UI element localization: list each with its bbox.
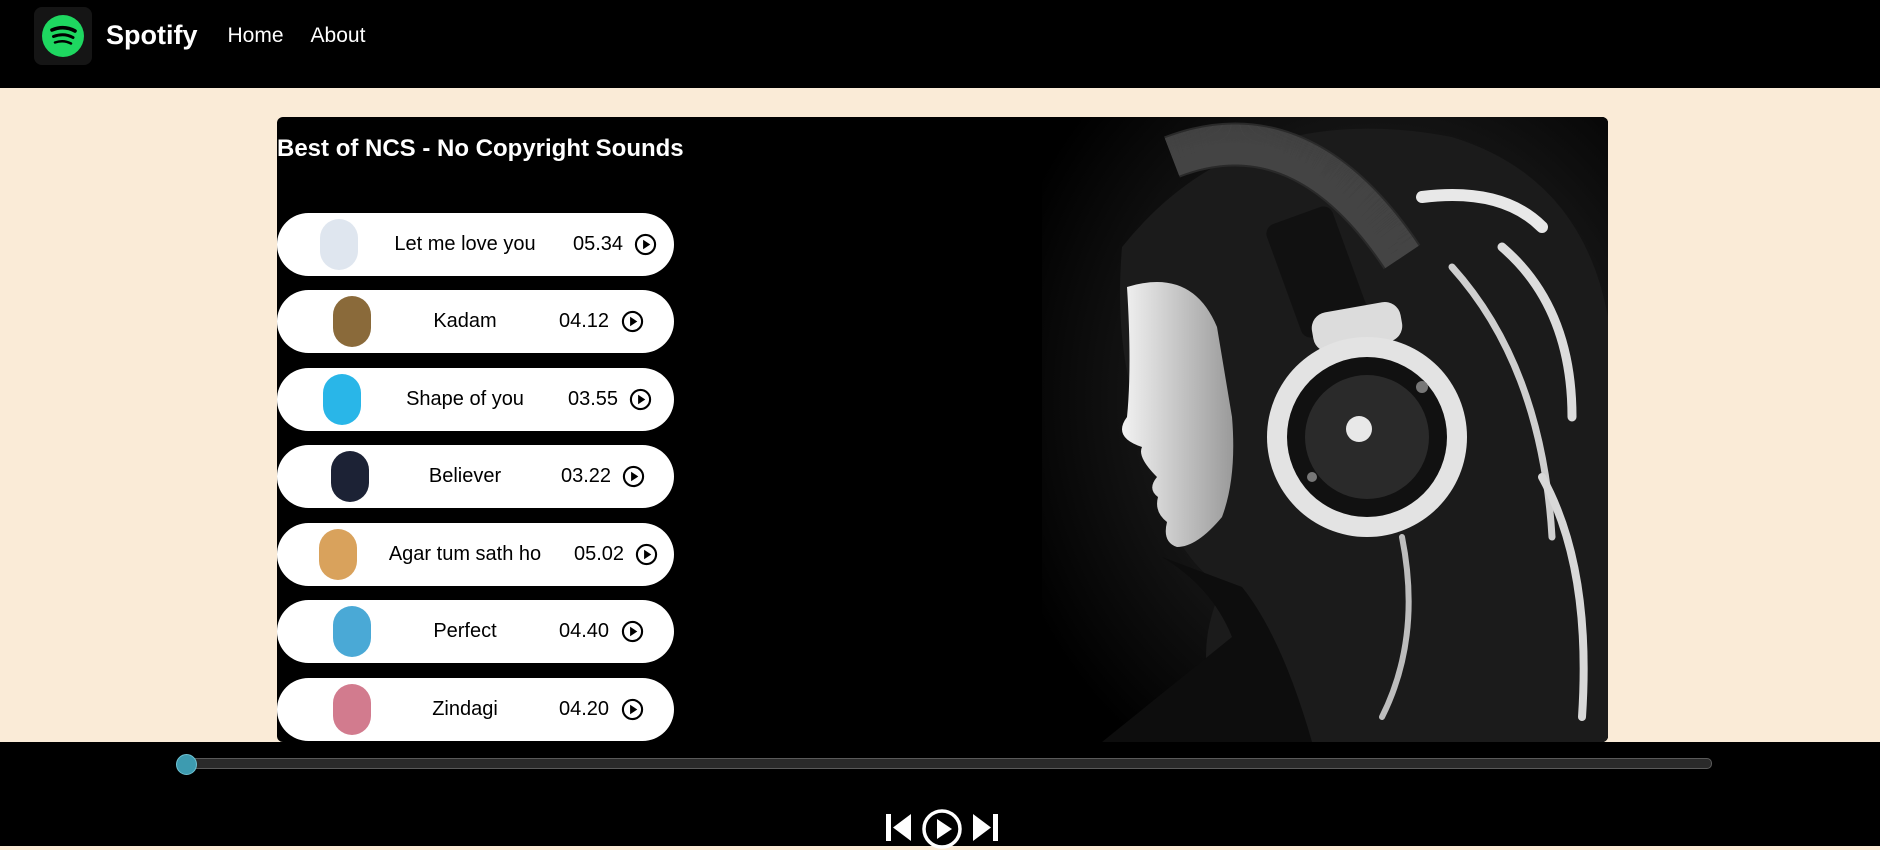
song-cover-image — [333, 296, 371, 347]
song-cover-image — [333, 684, 371, 735]
spotify-logo-icon — [42, 14, 84, 57]
song-duration: 03.55 — [568, 388, 619, 410]
nav-link-about[interactable]: About — [311, 24, 366, 48]
progress-bar[interactable] — [176, 754, 1712, 775]
song-cover-image — [333, 606, 371, 657]
brand-name[interactable]: Spotify — [106, 20, 198, 51]
previous-icon[interactable] — [884, 812, 914, 842]
player-bar — [0, 742, 1880, 849]
playlist-container: Best of NCS - No Copyright Sounds Let me… — [277, 117, 1608, 742]
song-duration: 04.20 — [559, 698, 610, 720]
nav-link-home[interactable]: Home — [228, 24, 284, 48]
navbar: Spotify Home About — [0, 0, 1880, 88]
song-item[interactable]: Shape of you 03.55 — [277, 368, 674, 431]
song-play-icon[interactable] — [635, 543, 658, 566]
song-duration: 05.02 — [574, 543, 625, 565]
song-item[interactable]: Perfect 04.40 — [277, 600, 674, 663]
song-item[interactable]: Zindagi 04.20 — [277, 678, 674, 741]
next-icon[interactable] — [970, 812, 1000, 842]
song-item[interactable]: Agar tum sath ho 05.02 — [277, 523, 674, 586]
song-duration: 03.22 — [561, 465, 612, 487]
song-cover-image — [319, 529, 357, 580]
spotify-logo[interactable] — [34, 6, 92, 65]
hero-image — [982, 117, 1608, 742]
song-item[interactable]: Let me love you 05.34 — [277, 213, 674, 276]
song-duration: 04.40 — [559, 620, 610, 642]
song-cover-image — [320, 219, 358, 270]
play-icon[interactable] — [921, 808, 963, 850]
song-cover-image — [331, 451, 369, 502]
song-duration: 04.12 — [559, 310, 610, 332]
song-play-icon[interactable] — [621, 698, 644, 721]
song-play-icon[interactable] — [634, 233, 657, 256]
song-play-icon[interactable] — [629, 388, 652, 411]
progress-thumb[interactable] — [176, 754, 197, 775]
song-duration: 05.34 — [573, 233, 624, 255]
song-play-icon[interactable] — [622, 465, 645, 488]
song-item[interactable]: Believer 03.22 — [277, 445, 674, 508]
playlist-title: Best of NCS - No Copyright Sounds — [277, 135, 684, 162]
song-item[interactable]: Kadam 04.12 — [277, 290, 674, 353]
song-play-icon[interactable] — [621, 310, 644, 333]
song-play-icon[interactable] — [621, 620, 644, 643]
song-cover-image — [323, 374, 361, 425]
